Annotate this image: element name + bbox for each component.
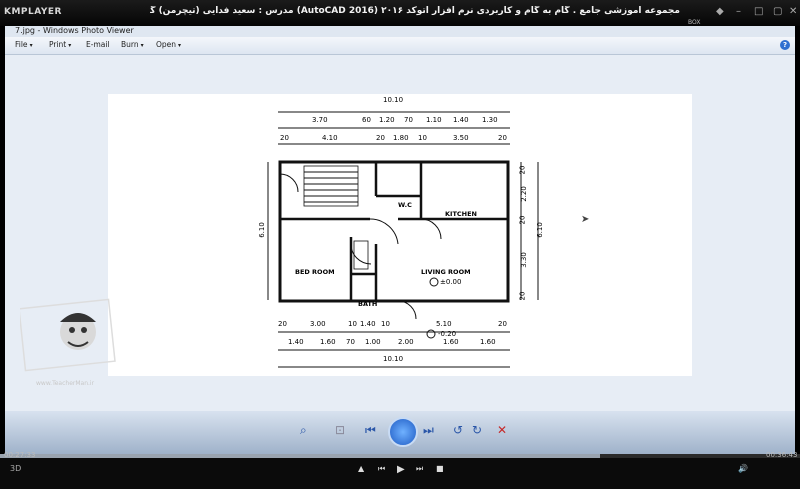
room-kitchen: KITCHEN <box>445 210 477 218</box>
rotate-right-icon[interactable]: ↻ <box>472 423 482 437</box>
time-elapsed: 00:27:33 <box>4 451 36 459</box>
dim-text: 1.10 <box>426 116 442 124</box>
dim-right: 20 <box>518 215 527 225</box>
watermark-site: www.TeacherMan.ir <box>36 380 95 387</box>
3d-icon[interactable]: 3D <box>10 464 21 473</box>
delete-icon[interactable]: ✕ <box>497 423 507 437</box>
box-label[interactable]: BOX <box>688 19 700 26</box>
dim-text: 1.40 <box>288 338 304 346</box>
prev-track-icon[interactable]: ⏮ <box>378 464 385 474</box>
menu-burn[interactable]: Burn ▾ <box>121 40 144 49</box>
teacherman-watermark-icon <box>20 298 116 372</box>
close-icon[interactable]: ✕ <box>789 7 797 17</box>
dim-text: 1.60 <box>443 338 459 346</box>
room-living: LIVING ROOM <box>421 268 471 276</box>
previous-icon[interactable]: ⏮ <box>365 423 376 438</box>
floor-plan-image: 10.10 3.70 60 1.20 70 1.10 1.40 1.30 20 … <box>108 94 692 376</box>
dim-text: 20 <box>498 134 507 142</box>
zoom-icon[interactable]: ⌕ <box>300 423 307 438</box>
player-title-bar: KMPLAYER مجموعه آموزشی جامع . گام به گام… <box>0 0 800 26</box>
volume-icon[interactable]: 🔊 <box>738 464 748 473</box>
dim-text: 2.00 <box>398 338 414 346</box>
help-icon[interactable]: ? <box>780 40 790 50</box>
kmplayer-logo[interactable]: KMPLAYER <box>4 7 62 17</box>
viewer-title: 7.jpg - Windows Photo Viewer <box>15 26 134 35</box>
time-total: 00:36:43 <box>766 451 798 459</box>
dim-text: 3.70 <box>312 116 328 124</box>
viewer-title-bar: 7.jpg - Windows Photo Viewer <box>5 26 795 37</box>
room-wc: W.C <box>398 201 412 209</box>
eject-icon[interactable]: ▲ <box>358 464 364 473</box>
dim-text: 3.50 <box>453 134 469 142</box>
dim-text: 1.60 <box>320 338 336 346</box>
dim-text: 20 <box>498 320 507 328</box>
dim-right: 3.30 <box>519 252 528 268</box>
photo-viewer-window: 7.jpg - Windows Photo Viewer File ▾ Print… <box>5 26 795 454</box>
menu-email[interactable]: E-mail <box>86 40 110 49</box>
dim-text: 1.00 <box>365 338 381 346</box>
dim-text: 10 <box>418 134 427 142</box>
minimize-icon[interactable]: – <box>736 7 741 17</box>
maximize-icon[interactable]: ▢ <box>773 7 782 17</box>
room-bedroom: BED ROOM <box>295 268 335 276</box>
dim-text: 1.30 <box>482 116 498 124</box>
dim-right: 2.20 <box>519 186 528 202</box>
dim-text: 10 <box>381 320 390 328</box>
rotate-left-icon[interactable]: ↺ <box>453 423 463 437</box>
dim-total-bottom: 10.10 <box>383 355 404 363</box>
dim-right-total: 6.10 <box>535 222 544 238</box>
menu-open[interactable]: Open ▾ <box>156 40 181 49</box>
dim-text: 20 <box>278 320 287 328</box>
menu-file[interactable]: File ▾ <box>15 40 33 49</box>
next-icon[interactable]: ⏭ <box>423 423 434 438</box>
menu-print[interactable]: Print ▾ <box>49 40 71 49</box>
dim-left: 6.10 <box>257 222 266 238</box>
dim-text: 4.10 <box>322 134 338 142</box>
dim-text: 1.80 <box>393 134 409 142</box>
dim-text: 20 <box>280 134 289 142</box>
stop-icon[interactable]: ■ <box>436 464 444 473</box>
player-title: مجموعه آموزشی جامع . گام به گام و کاربرد… <box>150 6 680 16</box>
dim-right: 20 <box>518 291 527 301</box>
viewer-menu-bar: File ▾ Print ▾ E-mail Burn ▾ Open ▾ ? <box>5 37 795 55</box>
level-inside: ±0.00 <box>440 278 462 286</box>
dim-text: 1.40 <box>453 116 469 124</box>
restore-icon[interactable]: □ <box>754 7 763 17</box>
dim-text: 70 <box>404 116 413 124</box>
dim-text: 5.10 <box>436 320 452 328</box>
viewer-toolbar: ⌕ ⊡ ⏮ ⏭ ↺ ↻ ✕ <box>5 411 795 454</box>
dim-text: 60 <box>362 116 371 124</box>
actual-size-icon[interactable]: ⊡ <box>335 423 345 437</box>
dim-right: 20 <box>518 165 527 175</box>
next-track-icon[interactable]: ⏭ <box>416 464 423 474</box>
player-controls: 00:27:33 00:36:43 3D ▲ ⏮ ▶ ⏭ ■ 🔊 <box>0 451 800 489</box>
mouse-cursor-icon: ➤ <box>581 214 590 225</box>
slideshow-button[interactable] <box>388 417 418 447</box>
dim-text: 10 <box>348 320 357 328</box>
dim-text: 70 <box>346 338 355 346</box>
pin-icon[interactable]: ◆ <box>716 7 724 17</box>
dim-text: 20 <box>376 134 385 142</box>
dim-text: 1.40 <box>360 320 376 328</box>
dim-total-top: 10.10 <box>383 96 404 104</box>
room-bath: BATH <box>358 300 378 308</box>
dim-text: 3.00 <box>310 320 326 328</box>
level-outside: -0.20 <box>438 330 457 338</box>
dim-text: 1.60 <box>480 338 496 346</box>
play-icon[interactable]: ▶ <box>397 464 405 475</box>
dim-text: 1.20 <box>379 116 395 124</box>
